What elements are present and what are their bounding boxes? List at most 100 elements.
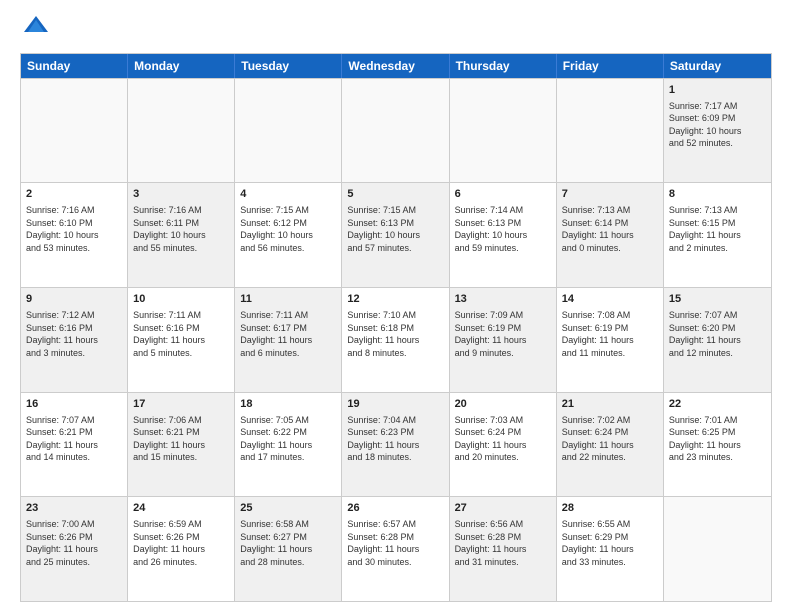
calendar-cell: 2 Sunrise: 7:16 AM Sunset: 6:10 PM Daylig… (21, 183, 128, 287)
day-info: Sunrise: 7:03 AM Sunset: 6:24 PM Dayligh… (455, 414, 551, 464)
day-number: 13 (455, 292, 551, 307)
calendar-cell: 9 Sunrise: 7:12 AM Sunset: 6:16 PM Daylig… (21, 288, 128, 392)
day-number: 2 (26, 187, 122, 202)
day-info: Sunrise: 7:16 AM Sunset: 6:11 PM Dayligh… (133, 204, 229, 254)
calendar-cell (235, 79, 342, 183)
day-info: Sunrise: 6:57 AM Sunset: 6:28 PM Dayligh… (347, 518, 443, 568)
calendar-cell: 13 Sunrise: 7:09 AM Sunset: 6:19 PM Dayli… (450, 288, 557, 392)
header (20, 16, 772, 45)
calendar-cell: 19 Sunrise: 7:04 AM Sunset: 6:23 PM Dayli… (342, 393, 449, 497)
day-number: 7 (562, 187, 658, 202)
calendar-cell: 24 Sunrise: 6:59 AM Sunset: 6:26 PM Dayli… (128, 497, 235, 601)
calendar-cell: 22 Sunrise: 7:01 AM Sunset: 6:25 PM Dayli… (664, 393, 771, 497)
day-info: Sunrise: 7:00 AM Sunset: 6:26 PM Dayligh… (26, 518, 122, 568)
day-info: Sunrise: 7:13 AM Sunset: 6:15 PM Dayligh… (669, 204, 766, 254)
day-info: Sunrise: 7:13 AM Sunset: 6:14 PM Dayligh… (562, 204, 658, 254)
calendar-cell: 18Sunrise: 7:05 AM Sunset: 6:22 PM Dayli… (235, 393, 342, 497)
calendar-cell: 20 Sunrise: 7:03 AM Sunset: 6:24 PM Dayli… (450, 393, 557, 497)
weekday-header: Monday (128, 54, 235, 78)
day-info: Sunrise: 6:58 AM Sunset: 6:27 PM Dayligh… (240, 518, 336, 568)
calendar-cell: 14 Sunrise: 7:08 AM Sunset: 6:19 PM Dayli… (557, 288, 664, 392)
day-info: Sunrise: 7:15 AM Sunset: 6:13 PM Dayligh… (347, 204, 443, 254)
day-info: Sunrise: 7:17 AM Sunset: 6:09 PM Dayligh… (669, 100, 766, 150)
day-info: Sunrise: 7:11 AM Sunset: 6:17 PM Dayligh… (240, 309, 336, 359)
day-info: Sunrise: 7:10 AM Sunset: 6:18 PM Dayligh… (347, 309, 443, 359)
calendar-cell: 4Sunrise: 7:15 AM Sunset: 6:12 PM Daylig… (235, 183, 342, 287)
weekday-header: Friday (557, 54, 664, 78)
calendar-cell (450, 79, 557, 183)
day-info: Sunrise: 7:02 AM Sunset: 6:24 PM Dayligh… (562, 414, 658, 464)
calendar-cell: 25 Sunrise: 6:58 AM Sunset: 6:27 PM Dayli… (235, 497, 342, 601)
day-info: Sunrise: 7:11 AM Sunset: 6:16 PM Dayligh… (133, 309, 229, 359)
day-number: 19 (347, 397, 443, 412)
calendar-cell: 23 Sunrise: 7:00 AM Sunset: 6:26 PM Dayli… (21, 497, 128, 601)
day-info: Sunrise: 7:16 AM Sunset: 6:10 PM Dayligh… (26, 204, 122, 254)
day-number: 11 (240, 292, 336, 307)
calendar-cell (342, 79, 449, 183)
calendar-cell: 26 Sunrise: 6:57 AM Sunset: 6:28 PM Dayli… (342, 497, 449, 601)
weekday-header: Thursday (450, 54, 557, 78)
day-number: 5 (347, 187, 443, 202)
day-number: 27 (455, 501, 551, 516)
day-number: 24 (133, 501, 229, 516)
day-number: 8 (669, 187, 766, 202)
calendar-header: SundayMondayTuesdayWednesdayThursdayFrid… (21, 54, 771, 78)
calendar-row: 23 Sunrise: 7:00 AM Sunset: 6:26 PM Dayli… (21, 496, 771, 601)
day-info: Sunrise: 6:55 AM Sunset: 6:29 PM Dayligh… (562, 518, 658, 568)
logo-icon (22, 12, 50, 40)
calendar-body: 1Sunrise: 7:17 AM Sunset: 6:09 PM Daylig… (21, 78, 771, 601)
calendar-row: 2 Sunrise: 7:16 AM Sunset: 6:10 PM Daylig… (21, 182, 771, 287)
day-info: Sunrise: 7:07 AM Sunset: 6:21 PM Dayligh… (26, 414, 122, 464)
day-info: Sunrise: 7:05 AM Sunset: 6:22 PM Dayligh… (240, 414, 336, 464)
day-info: Sunrise: 7:14 AM Sunset: 6:13 PM Dayligh… (455, 204, 551, 254)
calendar-cell: 17 Sunrise: 7:06 AM Sunset: 6:21 PM Dayli… (128, 393, 235, 497)
day-info: Sunrise: 6:59 AM Sunset: 6:26 PM Dayligh… (133, 518, 229, 568)
day-number: 28 (562, 501, 658, 516)
day-number: 20 (455, 397, 551, 412)
calendar-cell: 7 Sunrise: 7:13 AM Sunset: 6:14 PM Daylig… (557, 183, 664, 287)
day-info: Sunrise: 7:07 AM Sunset: 6:20 PM Dayligh… (669, 309, 766, 359)
day-info: Sunrise: 7:08 AM Sunset: 6:19 PM Dayligh… (562, 309, 658, 359)
calendar-cell: 8 Sunrise: 7:13 AM Sunset: 6:15 PM Daylig… (664, 183, 771, 287)
calendar-cell (128, 79, 235, 183)
day-number: 6 (455, 187, 551, 202)
logo (20, 16, 50, 45)
day-info: Sunrise: 7:04 AM Sunset: 6:23 PM Dayligh… (347, 414, 443, 464)
weekday-header: Tuesday (235, 54, 342, 78)
day-number: 22 (669, 397, 766, 412)
calendar-cell: 10 Sunrise: 7:11 AM Sunset: 6:16 PM Dayli… (128, 288, 235, 392)
logo-text (20, 16, 50, 45)
day-info: Sunrise: 6:56 AM Sunset: 6:28 PM Dayligh… (455, 518, 551, 568)
calendar-cell: 21 Sunrise: 7:02 AM Sunset: 6:24 PM Dayli… (557, 393, 664, 497)
day-info: Sunrise: 7:01 AM Sunset: 6:25 PM Dayligh… (669, 414, 766, 464)
page: SundayMondayTuesdayWednesdayThursdayFrid… (0, 0, 792, 612)
calendar-cell: 27 Sunrise: 6:56 AM Sunset: 6:28 PM Dayli… (450, 497, 557, 601)
day-info: Sunrise: 7:09 AM Sunset: 6:19 PM Dayligh… (455, 309, 551, 359)
calendar-cell: 11 Sunrise: 7:11 AM Sunset: 6:17 PM Dayli… (235, 288, 342, 392)
day-number: 9 (26, 292, 122, 307)
day-info: Sunrise: 7:12 AM Sunset: 6:16 PM Dayligh… (26, 309, 122, 359)
day-info: Sunrise: 7:06 AM Sunset: 6:21 PM Dayligh… (133, 414, 229, 464)
day-number: 23 (26, 501, 122, 516)
calendar-cell (664, 497, 771, 601)
day-number: 12 (347, 292, 443, 307)
calendar: SundayMondayTuesdayWednesdayThursdayFrid… (20, 53, 772, 602)
day-number: 25 (240, 501, 336, 516)
weekday-header: Saturday (664, 54, 771, 78)
calendar-cell: 3Sunrise: 7:16 AM Sunset: 6:11 PM Daylig… (128, 183, 235, 287)
calendar-row: 9 Sunrise: 7:12 AM Sunset: 6:16 PM Daylig… (21, 287, 771, 392)
day-number: 14 (562, 292, 658, 307)
weekday-header: Wednesday (342, 54, 449, 78)
day-number: 4 (240, 187, 336, 202)
calendar-cell: 15Sunrise: 7:07 AM Sunset: 6:20 PM Dayli… (664, 288, 771, 392)
calendar-cell: 5 Sunrise: 7:15 AM Sunset: 6:13 PM Daylig… (342, 183, 449, 287)
day-number: 17 (133, 397, 229, 412)
day-number: 16 (26, 397, 122, 412)
calendar-row: 1Sunrise: 7:17 AM Sunset: 6:09 PM Daylig… (21, 78, 771, 183)
calendar-cell: 12 Sunrise: 7:10 AM Sunset: 6:18 PM Dayli… (342, 288, 449, 392)
calendar-cell: 6 Sunrise: 7:14 AM Sunset: 6:13 PM Daylig… (450, 183, 557, 287)
day-number: 26 (347, 501, 443, 516)
day-number: 10 (133, 292, 229, 307)
calendar-cell: 16 Sunrise: 7:07 AM Sunset: 6:21 PM Dayli… (21, 393, 128, 497)
day-number: 21 (562, 397, 658, 412)
